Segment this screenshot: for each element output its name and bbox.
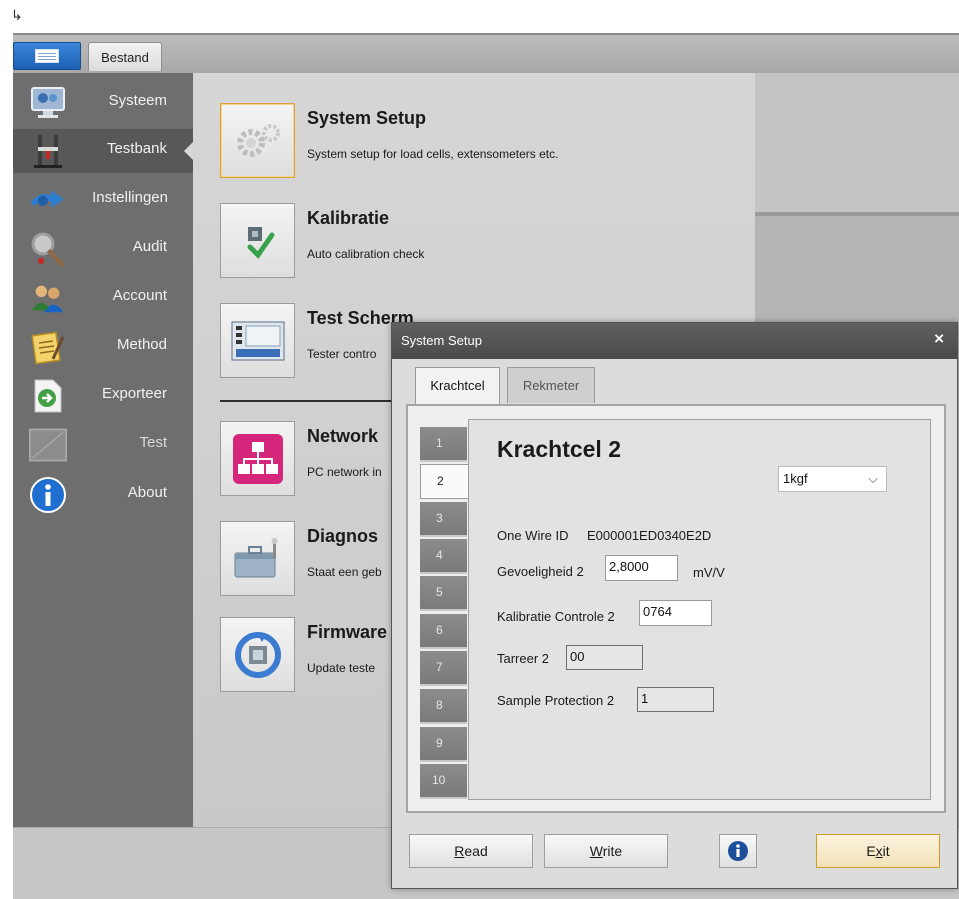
one-wire-id-value: E000001ED0340E2D [587, 528, 712, 543]
entry-description: Tester contro [307, 347, 377, 361]
tab-bestand[interactable]: Bestand [88, 42, 162, 71]
entry-title: Kalibratie [307, 208, 390, 228]
entry-description: System setup for load cells, extensomete… [307, 147, 559, 161]
sidebar-item-systeem[interactable]: Systeem [13, 81, 193, 125]
channel-tab-1[interactable]: 1 [420, 427, 467, 462]
channel-panel: Krachtcel 2 1kgf ⌵ One Wire ID E000001ED… [468, 419, 931, 800]
chevron-down-icon: ⌵ [868, 471, 878, 486]
app-menu-icon [35, 49, 59, 63]
sidebar-item-exporteer[interactable]: Exporteer [13, 374, 193, 418]
background-panel-upper [755, 73, 959, 216]
channel-tabs: 1 2 3 4 5 6 7 8 9 10 [420, 427, 472, 799]
info-icon [29, 477, 67, 513]
sidebar-item-label: Audit [132, 238, 167, 255]
kalibratie-controle-label: Kalibratie Controle 2 [497, 609, 615, 624]
gevoeligheid-label: Gevoeligheid 2 [497, 564, 584, 579]
sidebar-item-label: Systeem [108, 92, 167, 109]
sidebar-item-label: Account [112, 287, 167, 304]
tarreer-field[interactable]: 00 [566, 645, 643, 670]
exit-button-label: it [882, 843, 890, 859]
network-icon[interactable] [220, 421, 295, 496]
system-setup-dialog: System Setup × Krachtcel Rekmeter 1 2 3 … [391, 322, 958, 889]
exit-button-label-start: E [866, 843, 876, 859]
sidebar-item-instellingen[interactable]: Instellingen [13, 178, 193, 222]
entry-title: Network [307, 426, 379, 446]
exit-button-accesskey: x [875, 843, 883, 859]
entry-description: Update teste [307, 661, 376, 675]
magnifier-icon [29, 231, 67, 267]
dialog-title: System Setup [401, 333, 482, 348]
read-button-label: ead [464, 843, 488, 859]
channel-tab-10[interactable]: 10 [420, 764, 467, 799]
entry-title: System Setup [307, 108, 427, 128]
test-bench-icon [29, 133, 67, 169]
sidebar-item-label: Exporteer [101, 385, 167, 402]
monitor-icon [29, 85, 67, 121]
sidebar-item-audit[interactable]: Audit [13, 227, 193, 271]
entry-description: Auto calibration check [307, 247, 425, 261]
channel-tab-9[interactable]: 9 [420, 727, 467, 762]
entry-description: Staat een geb [307, 565, 382, 579]
sidebar-item-about[interactable]: About [13, 473, 193, 517]
sidebar-item-label: Instellingen [92, 189, 168, 206]
channel-tab-3[interactable]: 3 [420, 502, 467, 537]
tab-rekmeter[interactable]: Rekmeter [507, 367, 595, 403]
entry-description: PC network in [307, 465, 382, 479]
channel-tab-4[interactable]: 4 [420, 539, 467, 574]
entry-kalibratie[interactable]: Kalibratie Auto calibration check [220, 203, 740, 283]
dialog-title-bar[interactable]: System Setup × [392, 323, 957, 359]
read-button[interactable]: Read [409, 834, 533, 868]
channel-tab-2[interactable]: 2 [420, 464, 472, 499]
entry-title: Diagnos [307, 526, 379, 546]
cursor-indicator: ↳ [11, 8, 23, 24]
gevoeligheid-field[interactable]: 2,8000 [605, 555, 678, 581]
settings-arrows-icon [29, 182, 67, 218]
entry-system-setup[interactable]: System Setup System setup for load cells… [220, 103, 740, 183]
sidebar-item-label: Testbank [106, 140, 167, 157]
info-button[interactable] [719, 834, 757, 868]
sidebar-item-testbank[interactable]: Testbank [13, 129, 193, 173]
kalibratie-controle-field[interactable]: 0764 [639, 600, 712, 626]
gevoeligheid-unit: mV/V [693, 565, 725, 580]
range-select[interactable]: 1kgf ⌵ [778, 466, 887, 492]
notepad-icon [29, 329, 67, 365]
tarreer-label: Tarreer 2 [497, 651, 550, 666]
chart-icon [29, 427, 67, 463]
info-icon [728, 841, 748, 861]
range-select-value: 1kgf [783, 471, 808, 486]
sidebar-item-label: Test [139, 434, 167, 451]
sidebar-item-method[interactable]: Method [13, 325, 193, 369]
write-button-accesskey: W [589, 843, 603, 859]
write-button[interactable]: Write [544, 834, 668, 868]
channel-tab-7[interactable]: 7 [420, 651, 467, 686]
channel-tab-8[interactable]: 8 [420, 689, 467, 724]
one-wire-id-label: One Wire ID [497, 528, 569, 543]
exit-button[interactable]: Exit [816, 834, 940, 868]
channel-tab-5[interactable]: 5 [420, 576, 467, 611]
panel-heading: Krachtcel 2 [497, 436, 622, 462]
users-icon [29, 280, 67, 316]
close-icon[interactable]: × [934, 329, 944, 349]
entry-title: Firmware [307, 622, 388, 642]
sample-protection-label: Sample Protection 2 [497, 693, 615, 708]
ribbon-bar: Bestand [13, 33, 959, 73]
channel-tab-6[interactable]: 6 [420, 614, 467, 649]
firmware-update-icon[interactable] [220, 617, 295, 692]
tab-krachtcel[interactable]: Krachtcel [415, 367, 500, 405]
sample-protection-field[interactable]: 1 [637, 687, 714, 712]
toolbox-icon[interactable] [220, 521, 295, 596]
sidebar-item-label: Method [116, 336, 167, 353]
sidebar-item-test[interactable]: Test [13, 423, 193, 467]
application-window: ↳ Bestand Systeem Testbank Instellingen [0, 0, 959, 899]
tester-display-icon[interactable] [220, 303, 295, 378]
sidebar: Systeem Testbank Instellingen Audit Acco… [13, 73, 193, 827]
gears-icon[interactable] [220, 103, 295, 178]
write-button-label: rite [602, 843, 623, 859]
read-button-accesskey: R [454, 843, 465, 859]
app-menu-button[interactable] [13, 42, 81, 70]
export-arrow-icon [29, 378, 67, 414]
calibration-check-icon[interactable] [220, 203, 295, 278]
sidebar-item-label: About [127, 484, 167, 501]
sidebar-item-account[interactable]: Account [13, 276, 193, 320]
